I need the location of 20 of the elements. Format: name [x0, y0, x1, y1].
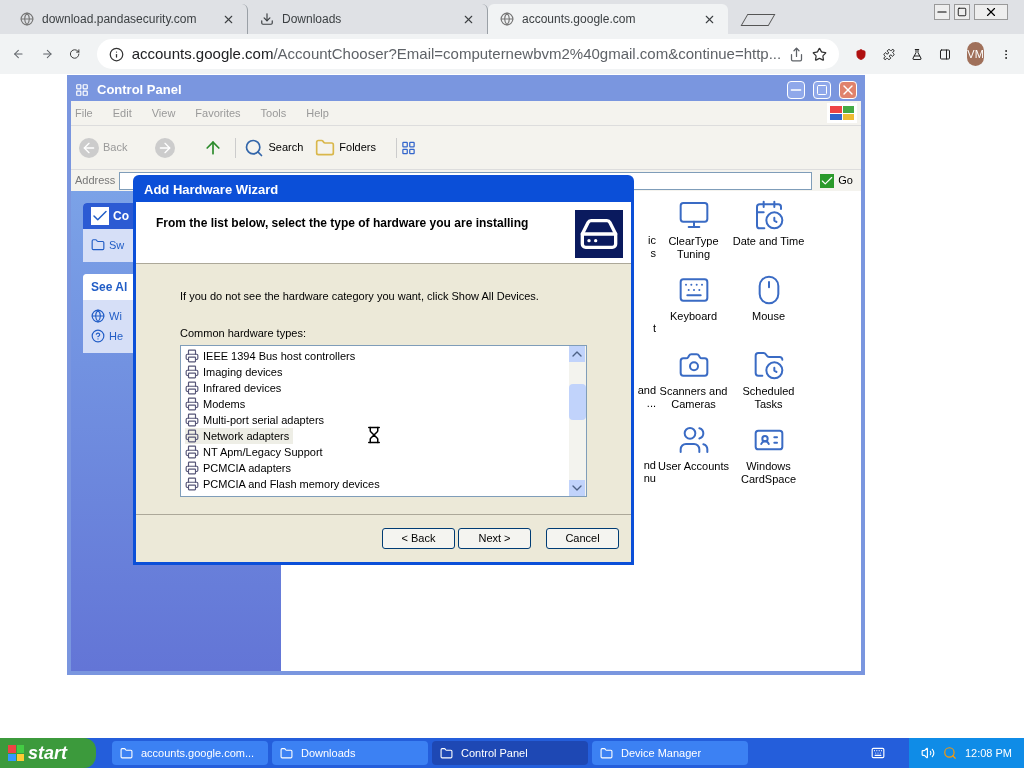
task-heading: See Al — [91, 278, 128, 296]
window-title: Control Panel — [97, 81, 183, 100]
dialog-title: Add Hardware Wizard — [143, 181, 280, 200]
icon-label: s — [650, 247, 656, 260]
url-text: accounts.google.com/AccountChooser?Email=computernewbvm2%40gmail.com&continue=http... — [131, 43, 782, 64]
address-label: Address — [75, 173, 116, 189]
icon-label: ic — [648, 234, 656, 247]
list-label: Common hardware types: — [180, 325, 307, 341]
icon-label: ... — [646, 397, 656, 410]
hint-text: If you do not see the hardware category you want, click Show All Devices. — [180, 289, 540, 304]
wizard-heading: From the list below, select the type of hardware you are installing — [156, 215, 530, 232]
task-heading: Co — [113, 208, 129, 225]
icon-label: nd — [643, 459, 656, 472]
icon-label: nu — [643, 472, 656, 485]
tab-title: download.pandasecurity.com — [42, 11, 198, 28]
clock: 12:08 PM — [964, 745, 1012, 761]
tab-title: Downloads — [282, 11, 343, 28]
tab-title: accounts.google.com — [522, 11, 637, 28]
icon-label: and — [637, 384, 656, 397]
icon-label: t — [652, 322, 656, 335]
